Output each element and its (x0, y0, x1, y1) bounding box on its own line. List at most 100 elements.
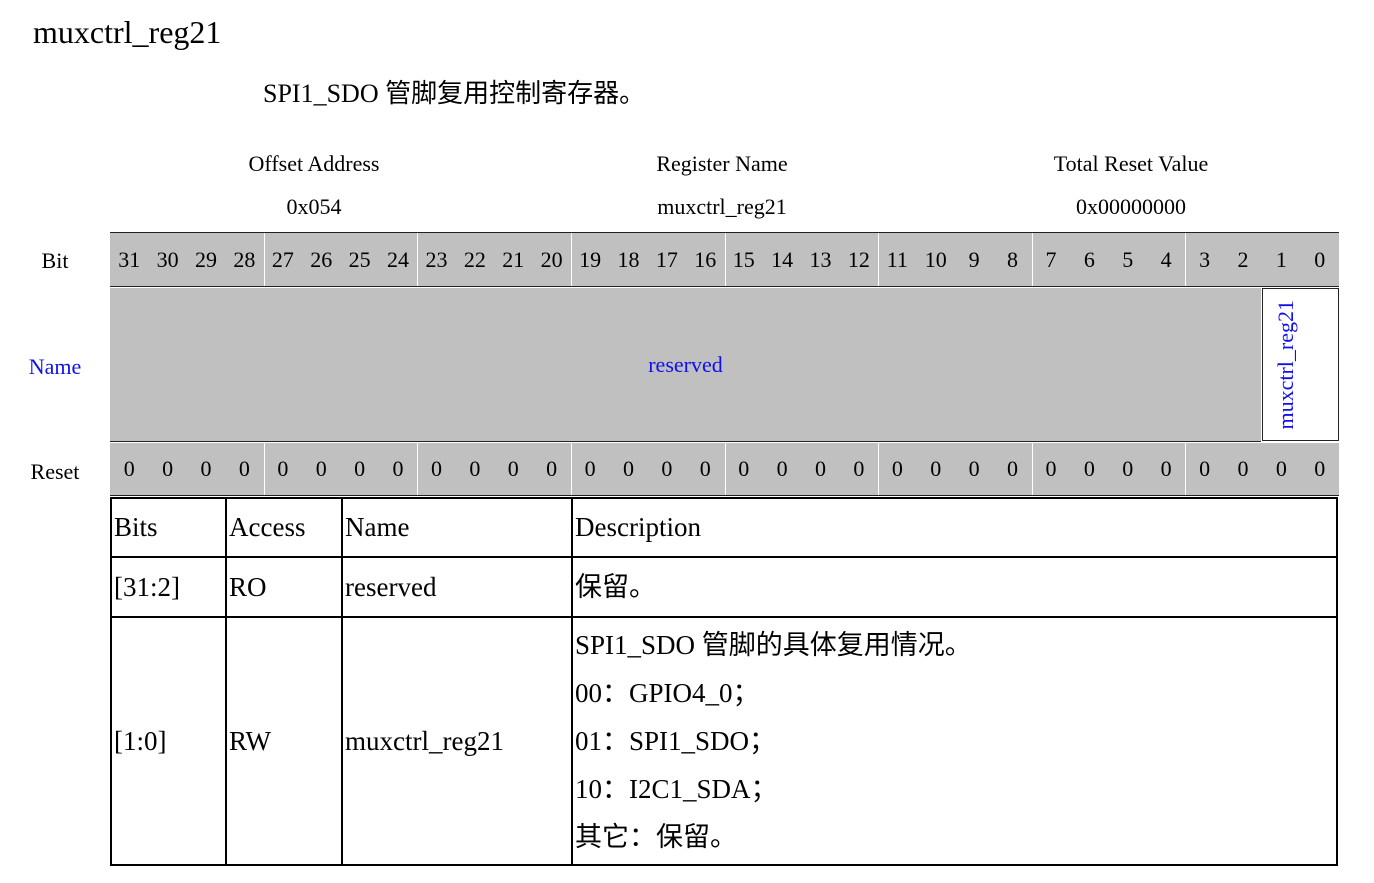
row-access: RW (225, 616, 343, 866)
bit-number-cell: 23 (425, 246, 448, 272)
nibble-separator (878, 233, 880, 286)
bit-number-cell: 10 (924, 246, 947, 272)
bit-number-cell: 28 (233, 246, 256, 272)
offset-address-label: Offset Address (248, 151, 380, 176)
nibble-separator (1031, 233, 1033, 286)
reset-value-cell: 0 (1045, 456, 1057, 481)
name-row-label: Name (28, 354, 82, 379)
header-name: Name (341, 497, 573, 558)
reserved-field: reserved (110, 288, 1261, 442)
bit-number-cell: 18 (617, 246, 640, 272)
nibble-separator (878, 443, 880, 495)
reset-value-cell: 0 (238, 456, 250, 481)
bit-number-cell: 13 (809, 246, 832, 272)
bit-number-cell: 31 (118, 246, 141, 272)
bit-number-row: 31 30 29 28 27 26 25 24 23 22 21 20 19 18 17 16 15 14 13 12… (110, 232, 1339, 287)
register-subtitle: SPI1_SDO 管脚复用控制寄存器。 (263, 79, 646, 108)
bit-number-cell: 5 (1122, 246, 1134, 272)
reset-value-cell: 0 (1237, 456, 1249, 481)
row-bits: [31:2] (110, 556, 227, 618)
reset-value-cell: 0 (392, 456, 404, 481)
reset-value-cell: 0 (315, 456, 327, 481)
nibble-separator (1185, 443, 1187, 495)
bit-number-cell: 16 (694, 246, 717, 272)
reset-value-cell: 0 (1007, 456, 1019, 481)
reset-value-cell: 0 (546, 456, 558, 481)
bit-number-cell: 20 (540, 246, 563, 272)
reset-value-cell: 0 (469, 456, 481, 481)
nibble-separator (263, 443, 265, 495)
bit-number-cell: 11 (886, 246, 908, 272)
register-name-label: Register Name (656, 151, 788, 176)
reset-value-cell: 0 (1199, 456, 1211, 481)
bit-number-cell: 26 (310, 246, 333, 272)
nibble-separator (570, 443, 572, 495)
nibble-separator (1185, 233, 1187, 286)
total-reset-value: 0x00000000 (1076, 194, 1186, 219)
reset-value-cell: 0 (1122, 456, 1134, 481)
total-reset-label: Total Reset Value (1053, 151, 1209, 176)
nibble-separator (724, 233, 726, 286)
reset-value-cell: 0 (738, 456, 750, 481)
reset-value-cell: 0 (200, 456, 212, 481)
bit-number-cell: 22 (463, 246, 486, 272)
nibble-separator (1031, 443, 1033, 495)
bit-number-cell: 24 (387, 246, 410, 272)
bit-number-cell: 0 (1314, 246, 1326, 272)
row-access: RO (225, 556, 343, 618)
bit-number-cell: 4 (1160, 246, 1172, 272)
row-name: reserved (341, 556, 573, 618)
bit-number-cell: 15 (732, 246, 755, 272)
muxctrl-reg21-field: muxctrl_reg21 (1262, 288, 1339, 441)
reset-row-label: Reset (30, 459, 80, 484)
bit-number-cell: 9 (968, 246, 980, 272)
nibble-separator (417, 233, 419, 286)
nibble-separator (724, 443, 726, 495)
row-bits: [1:0] (110, 616, 227, 866)
description-line: SPI1_SDO 管脚的具体复用情况。 (575, 630, 972, 660)
description-line: 其它：保留。 (575, 822, 737, 852)
reset-value-cell: 0 (891, 456, 903, 481)
reset-value-cell: 0 (1083, 456, 1095, 481)
reset-value-cell: 0 (930, 456, 942, 481)
description-line: 保留。 (575, 572, 656, 602)
bit-number-cell: 6 (1083, 246, 1095, 272)
reset-value-cell: 0 (815, 456, 827, 481)
bit-number-cell: 17 (655, 246, 678, 272)
bit-number-cell: 7 (1045, 246, 1057, 272)
reset-value-cell: 0 (430, 456, 442, 481)
bit-number-cell: 29 (195, 246, 218, 272)
description-line: 00：GPIO4_0； (575, 678, 760, 708)
reset-value-cell: 0 (853, 456, 865, 481)
row-description: 保留。 (571, 556, 1338, 618)
bit-number-cell: 12 (847, 246, 870, 272)
row-description: SPI1_SDO 管脚的具体复用情况。 00：GPIO4_0； 01：SPI1_… (571, 616, 1338, 866)
bit-number-cell: 30 (156, 246, 179, 272)
bit-number-cell: 25 (348, 246, 371, 272)
bit-number-cell: 14 (771, 246, 794, 272)
field-name-row: reserved muxctrl_reg21 (110, 288, 1339, 442)
bit-row-label: Bit (41, 248, 69, 273)
bit-number-cell: 1 (1275, 246, 1287, 272)
reset-value-cell: 0 (584, 456, 596, 481)
reset-value-cell: 0 (277, 456, 289, 481)
reset-value-cell: 0 (354, 456, 366, 481)
bit-number-cell: 21 (502, 246, 525, 272)
nibble-separator (417, 443, 419, 495)
description-line: 01：SPI1_SDO； (575, 726, 777, 756)
reset-value-cell: 0 (622, 456, 634, 481)
reset-value-cell: 0 (968, 456, 980, 481)
row-name: muxctrl_reg21 (341, 616, 573, 866)
reset-value-cell: 0 (123, 456, 135, 481)
header-description: Description (571, 497, 1338, 558)
register-title: muxctrl_reg21 (33, 14, 222, 50)
header-access: Access (225, 497, 343, 558)
offset-address-value: 0x054 (286, 194, 342, 219)
field-description-table: Bits Access Name Description [31:2] RO r… (110, 497, 1338, 866)
bit-number-cell: 19 (579, 246, 602, 272)
bit-number-cell: 27 (271, 246, 294, 272)
table-header-row: Bits Access Name Description (110, 497, 1338, 558)
reset-value-cell: 0 (776, 456, 788, 481)
header-bits: Bits (110, 497, 227, 558)
table-row: [31:2] RO reserved 保留。 (110, 556, 1338, 618)
